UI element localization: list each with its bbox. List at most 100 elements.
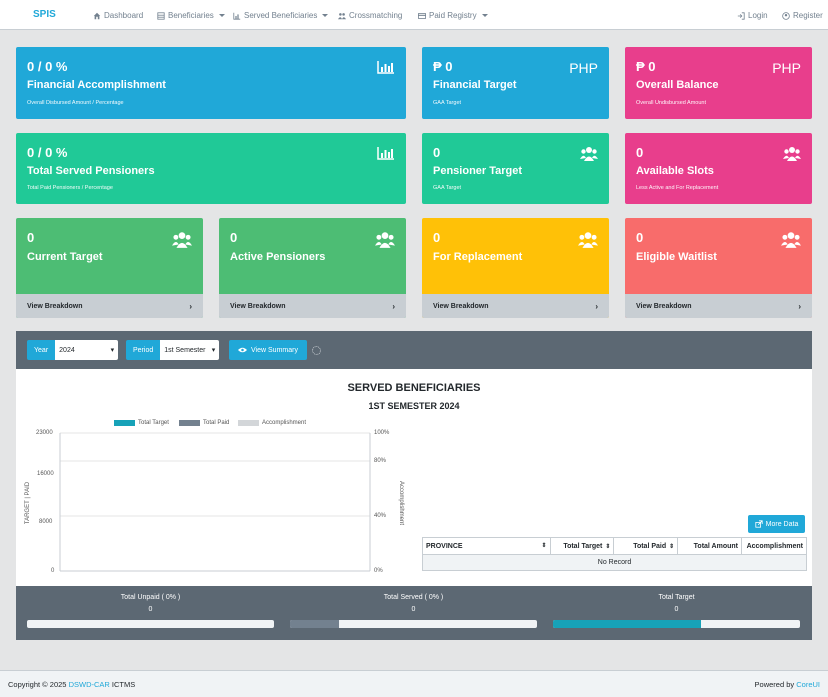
- nav-beneficiaries-label: Beneficiaries: [168, 11, 214, 20]
- nav-served-beneficiaries[interactable]: Served Beneficiaries: [233, 11, 329, 20]
- view-breakdown-link[interactable]: View Breakdown ›: [219, 294, 406, 318]
- period-filter: Period 1st Semester ▾: [126, 340, 220, 360]
- legend-total-paid[interactable]: Total Paid: [179, 420, 229, 426]
- brand-logo[interactable]: SPIS: [33, 9, 56, 20]
- period-select[interactable]: 1st Semester ▾: [160, 340, 220, 360]
- y-tick-label: 0: [51, 568, 55, 574]
- more-data-button[interactable]: More Data: [748, 515, 805, 533]
- nav-paid-registry-label: Paid Registry: [429, 11, 477, 20]
- card-value: 0 / 0 %: [27, 145, 68, 160]
- card-total-served-pensioners: 0 / 0 % Total Served Pensioners Total Pa…: [16, 133, 406, 204]
- users-icon: [578, 232, 598, 248]
- stat-label: Total Unpaid ( 0% ): [120, 594, 181, 601]
- legend-total-target[interactable]: Total Target: [114, 420, 169, 426]
- nav-dashboard-label: Dashboard: [104, 11, 144, 20]
- view-summary-button[interactable]: View Summary: [229, 340, 307, 360]
- card-value: 0: [433, 230, 441, 245]
- column-header-total-target[interactable]: Total Target ⇕: [549, 537, 615, 555]
- card-value: 0: [433, 145, 441, 160]
- card-financial-accomplishment: 0 / 0 % Financial Accomplishment Overall…: [16, 47, 406, 119]
- more-data-label: More Data: [765, 520, 799, 528]
- card-title: Total Served Pensioners: [27, 165, 155, 177]
- stat-total-unpaid: Total Unpaid ( 0% ) 0: [27, 594, 274, 613]
- nav-served-beneficiaries-label: Served Beneficiaries: [244, 11, 318, 20]
- sort-icon: ⇕: [669, 543, 675, 550]
- year-select[interactable]: 2024 ▾: [55, 340, 119, 360]
- empty-message: No Record: [422, 554, 807, 571]
- currency-label: PHP: [772, 60, 801, 76]
- stat-label: Total Served ( 0% ): [383, 594, 444, 601]
- view-breakdown-link[interactable]: View Breakdown ›: [422, 294, 609, 318]
- chart-subtitle: 1ST SEMESTER 2024: [368, 401, 460, 411]
- nav-paid-registry[interactable]: Paid Registry: [418, 11, 488, 20]
- nav-crossmatching-label: Crossmatching: [349, 11, 403, 20]
- card-available-slots: 0 Available Slots Less Active and For Re…: [625, 133, 812, 204]
- view-breakdown-label: View Breakdown: [27, 303, 83, 310]
- card-subtitle: Overall Undisbursed Amount: [636, 100, 707, 106]
- user-circle-icon: [782, 11, 790, 20]
- users-icon: [783, 147, 801, 161]
- home-icon: [93, 12, 101, 19]
- period-select-value: 1st Semester: [164, 346, 206, 354]
- coreui-link[interactable]: CoreUI: [796, 680, 820, 689]
- column-header-label: Total Target: [563, 542, 603, 550]
- card-active-pensioners: 0 Active Pensioners View Breakdown ›: [219, 218, 406, 318]
- card-title: Current Target: [27, 251, 103, 263]
- y-tick-label: 23000: [36, 430, 53, 436]
- column-header-accomplishment[interactable]: Accomplishment: [740, 537, 808, 555]
- stat-total-served: Total Served ( 0% ) 0: [290, 594, 537, 613]
- y2-tick-label: 80%: [374, 458, 387, 464]
- card-title: Eligible Waitlist: [636, 251, 717, 263]
- page-footer: Copyright © 2025 DSWD-CAR ICTMS Powered …: [0, 670, 828, 697]
- legend-accomplishment[interactable]: Accomplishment: [238, 420, 306, 426]
- column-header-total-amount[interactable]: Total Amount: [677, 537, 742, 555]
- year-label: Year: [27, 340, 56, 360]
- nav-dashboard[interactable]: Dashboard: [93, 11, 143, 20]
- unit-label: ICTMS: [111, 680, 136, 689]
- column-header-label: Accomplishment: [746, 542, 803, 550]
- card-title: Financial Accomplishment: [27, 79, 166, 91]
- year-filter: Year 2024 ▾: [27, 340, 119, 360]
- nav-login[interactable]: Login: [737, 11, 768, 20]
- stat-value: 0: [674, 606, 679, 613]
- stat-label: Total Target: [658, 594, 695, 601]
- y2-tick-label: 100%: [374, 430, 390, 436]
- nav-crossmatching[interactable]: Crossmatching: [338, 11, 402, 20]
- chevron-right-icon: ›: [189, 302, 192, 311]
- year-select-value: 2024: [59, 346, 75, 354]
- nav-register[interactable]: Register: [782, 11, 823, 20]
- copyright-label: Copyright © 2025: [8, 680, 67, 689]
- powered-label: Powered by: [754, 680, 795, 689]
- credit-card-icon: [418, 12, 426, 19]
- column-header-total-paid[interactable]: Total Paid ⇕: [613, 537, 679, 555]
- loading-spinner-icon: [312, 346, 321, 355]
- copyright-text: Copyright © 2025 DSWD-CAR ICTMS: [8, 680, 135, 689]
- caret-down-icon: [481, 14, 488, 17]
- column-header-province[interactable]: PROVINCE ⇕: [422, 537, 551, 555]
- chevron-down-icon: ▾: [110, 347, 115, 354]
- bar-chart-icon: [377, 61, 394, 74]
- card-value: ₱ 0: [636, 59, 656, 74]
- view-breakdown-link[interactable]: View Breakdown ›: [16, 294, 203, 318]
- nav-login-label: Login: [748, 11, 768, 20]
- powered-by: Powered by CoreUI: [755, 680, 820, 689]
- users-icon: [172, 232, 192, 248]
- nav-register-label: Register: [793, 11, 823, 20]
- legend-swatch: [114, 420, 135, 426]
- card-current-target: 0 Current Target View Breakdown ›: [16, 218, 203, 318]
- caret-down-icon: [322, 14, 329, 17]
- view-breakdown-link[interactable]: View Breakdown ›: [625, 294, 812, 318]
- y2-tick-label: 40%: [374, 513, 387, 519]
- nav-beneficiaries[interactable]: Beneficiaries: [157, 11, 225, 20]
- card-value: ₱ 0: [433, 59, 453, 74]
- org-link[interactable]: DSWD-CAR: [69, 680, 110, 689]
- users-icon: [338, 12, 346, 19]
- stat-value: 0: [411, 606, 416, 613]
- legend-label: Total Paid: [203, 420, 230, 426]
- card-eligible-waitlist: 0 Eligible Waitlist View Breakdown ›: [625, 218, 812, 318]
- progress-fill: [290, 620, 340, 628]
- chevron-right-icon: ›: [392, 302, 395, 311]
- table-row: No Record: [422, 554, 807, 571]
- card-title: Active Pensioners: [230, 251, 326, 263]
- progress-unpaid: [27, 620, 274, 628]
